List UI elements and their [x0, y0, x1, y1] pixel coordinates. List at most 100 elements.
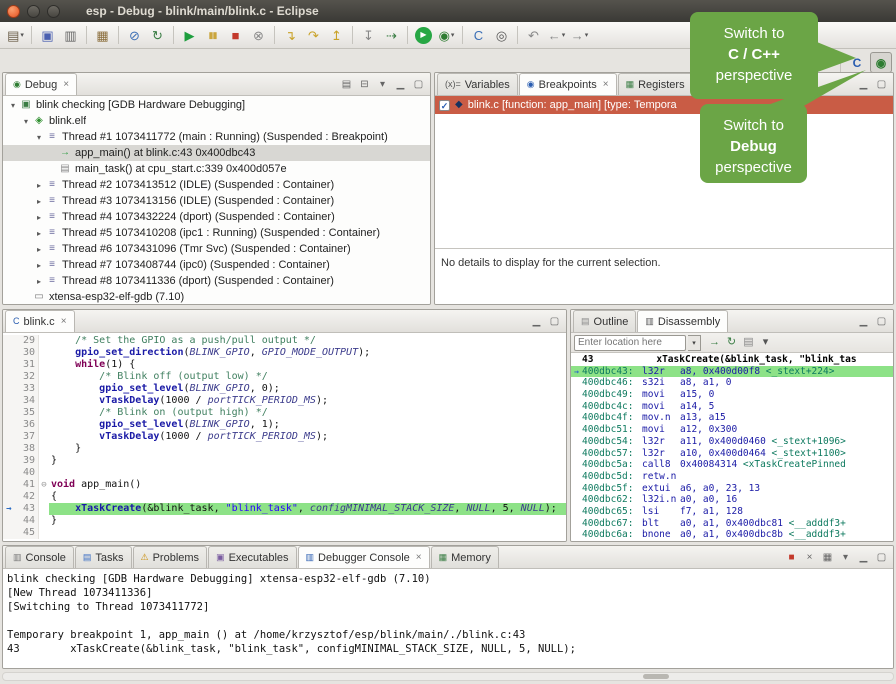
- editor-line[interactable]: 36 gpio_set_level(BLINK_GPIO, 1);: [3, 419, 566, 431]
- twisty-icon[interactable]: ▾: [33, 133, 45, 142]
- editor-line[interactable]: 38 }: [3, 443, 566, 455]
- twisty-icon[interactable]: ▸: [33, 261, 45, 270]
- scrollbar-thumb[interactable]: [643, 674, 669, 679]
- maximize-icon[interactable]: ▢: [874, 314, 889, 329]
- new-wizard-icon[interactable]: ▤▾: [5, 25, 26, 46]
- maximize-icon[interactable]: ▢: [547, 314, 562, 329]
- twisty-icon[interactable]: ▸: [33, 229, 45, 238]
- tab-blink-c[interactable]: Cblink.c×: [5, 310, 75, 332]
- window-close-button[interactable]: [7, 5, 20, 18]
- editor-line[interactable]: 37 vTaskDelay(1000 / portTICK_PERIOD_MS)…: [3, 431, 566, 443]
- disconnect-icon[interactable]: ⊗: [248, 25, 269, 46]
- tab-close-icon[interactable]: ×: [61, 316, 67, 327]
- twisty-icon[interactable]: ▸: [33, 181, 45, 190]
- tab-tasks[interactable]: ▤Tasks: [75, 546, 132, 568]
- tree-row[interactable]: ▸≡Thread #5 1073410208 (ipc1 : Running) …: [3, 225, 430, 241]
- disasm-line[interactable]: 400dbc65:lsif7, a1, 128: [571, 506, 893, 518]
- last-edit-location-icon[interactable]: ↶: [523, 25, 544, 46]
- editor-line[interactable]: 39}: [3, 455, 566, 467]
- tree-row[interactable]: →app_main() at blink.c:43 0x400dbc43: [3, 145, 430, 161]
- disasm-menu-icon[interactable]: ▾: [758, 335, 773, 350]
- save-icon[interactable]: ▣: [37, 25, 58, 46]
- editor-line[interactable]: 31 while(1) {: [3, 359, 566, 371]
- print-icon[interactable]: ▥: [60, 25, 81, 46]
- minimize-icon[interactable]: ▁: [856, 314, 871, 329]
- show-debug-toolbar-icon[interactable]: ▤: [339, 77, 354, 92]
- tree-row[interactable]: ▸≡Thread #6 1073431096 (Tmr Svc) (Suspen…: [3, 241, 430, 257]
- maximize-icon[interactable]: ▢: [411, 77, 426, 92]
- minimize-icon[interactable]: ▁: [529, 314, 544, 329]
- editor-line[interactable]: 45: [3, 527, 566, 539]
- window-minimize-button[interactable]: [27, 5, 40, 18]
- tab-registers[interactable]: ▦Registers: [618, 73, 693, 95]
- back-icon[interactable]: ←▾: [546, 25, 567, 46]
- tree-row[interactable]: ▸≡Thread #4 1073432224 (dport) (Suspende…: [3, 209, 430, 225]
- twisty-icon[interactable]: ▾: [20, 117, 32, 126]
- disasm-line[interactable]: 400dbc6a:bnonea0, a1, 0x400dbc8b <__addd…: [571, 529, 893, 541]
- forward-icon[interactable]: →▾: [569, 25, 590, 46]
- disasm-line[interactable]: 400dbc49:movia15, 0: [571, 389, 893, 401]
- maximize-icon[interactable]: ▢: [874, 77, 889, 92]
- location-input[interactable]: [574, 335, 686, 351]
- disasm-line[interactable]: 400dbc5a:call80x40084314 <xTaskCreatePin…: [571, 459, 893, 471]
- disasm-line[interactable]: 400dbc4c:movia14, 5: [571, 401, 893, 413]
- new-c-project-icon[interactable]: C: [468, 25, 489, 46]
- dropdown-arrow-icon[interactable]: ▾: [20, 31, 24, 39]
- resume-icon[interactable]: ▶: [179, 25, 200, 46]
- editor-line[interactable]: 41⊖void app_main(): [3, 479, 566, 491]
- editor-line[interactable]: 33 gpio_set_level(BLINK_GPIO, 0);: [3, 383, 566, 395]
- twisty-icon[interactable]: ▸: [33, 277, 45, 286]
- tab-console[interactable]: ▥Console: [5, 546, 74, 568]
- dropdown-arrow-icon[interactable]: ▾: [451, 31, 455, 39]
- editor-line[interactable]: 30 gpio_set_direction(BLINK_GPIO, GPIO_M…: [3, 347, 566, 359]
- skip-all-breakpoints-icon[interactable]: ⊘: [124, 25, 145, 46]
- step-return-icon[interactable]: ↥: [326, 25, 347, 46]
- breakpoint-row[interactable]: ✓ ◆ blink.c [function: app_main] [type: …: [435, 96, 893, 114]
- tree-row[interactable]: ▾▣blink checking [GDB Hardware Debugging…: [3, 97, 430, 113]
- restart-icon[interactable]: ↻: [147, 25, 168, 46]
- instruction-stepping-icon[interactable]: ⇢: [381, 25, 402, 46]
- disasm-line[interactable]: 400dbc51:movia12, 0x300: [571, 424, 893, 436]
- editor-line[interactable]: →43 xTaskCreate(&blink_task, "blink_task…: [3, 503, 566, 515]
- tab-executables[interactable]: ▣Executables: [208, 546, 296, 568]
- tab-variables[interactable]: (x)=Variables: [437, 73, 518, 95]
- window-maximize-button[interactable]: [47, 5, 60, 18]
- disasm-line[interactable]: 400dbc4f:mov.na13, a15: [571, 412, 893, 424]
- collapse-all-icon[interactable]: ⊟: [357, 77, 372, 92]
- tab-close-icon[interactable]: ×: [416, 552, 422, 563]
- location-dropdown-icon[interactable]: ▾: [688, 335, 701, 351]
- build-icon[interactable]: ▦: [92, 25, 113, 46]
- disasm-line[interactable]: 400dbc5f:extuia6, a0, 23, 13: [571, 483, 893, 495]
- breakpoint-checkbox[interactable]: ✓: [439, 100, 450, 111]
- editor-line[interactable]: 42{: [3, 491, 566, 503]
- disasm-line[interactable]: 400dbc67:blta0, a1, 0x400dbc81 <__adddf3…: [571, 518, 893, 530]
- disasm-line[interactable]: 400dbc54:l32ra11, 0x400d0460 <_stext+109…: [571, 436, 893, 448]
- pin-console-icon[interactable]: ▦: [820, 550, 835, 565]
- tree-row[interactable]: ▾◈blink.elf: [3, 113, 430, 129]
- show-source-icon[interactable]: ▤: [741, 335, 756, 350]
- tab-close-icon[interactable]: ×: [63, 79, 69, 90]
- tree-row[interactable]: ▸≡Thread #3 1073413156 (IDLE) (Suspended…: [3, 193, 430, 209]
- tab-outline[interactable]: ▤Outline: [573, 310, 636, 332]
- editor-line[interactable]: 34 vTaskDelay(1000 / portTICK_PERIOD_MS)…: [3, 395, 566, 407]
- twisty-icon[interactable]: ▸: [33, 197, 45, 206]
- twisty-icon[interactable]: ▾: [7, 101, 19, 110]
- editor-line[interactable]: 44}: [3, 515, 566, 527]
- terminate-console-icon[interactable]: ■: [784, 550, 799, 565]
- tree-row[interactable]: ▾≡Thread #1 1073411772 (main : Running) …: [3, 129, 430, 145]
- maximize-icon[interactable]: ▢: [874, 550, 889, 565]
- tree-row[interactable]: ▤main_task() at cpu_start.c:339 0x400d05…: [3, 161, 430, 177]
- tab-close-icon[interactable]: ×: [603, 79, 609, 90]
- dropdown-arrow-icon[interactable]: ▾: [585, 31, 589, 39]
- tab-debug[interactable]: ◉Debug×: [5, 73, 77, 95]
- editor-line[interactable]: 35 /* Blink on (output high) */: [3, 407, 566, 419]
- tab-breakpoints[interactable]: ◉Breakpoints×: [519, 73, 617, 95]
- disasm-lines[interactable]: 43 xTaskCreate(&blink_task, "blink_tas→4…: [571, 353, 893, 541]
- disasm-line[interactable]: 400dbc57:l32ra10, 0x400d0464 <_stext+110…: [571, 448, 893, 460]
- debug-perspective-button[interactable]: ◉: [870, 52, 892, 73]
- editor-line[interactable]: 32 /* Blink off (output low) */: [3, 371, 566, 383]
- tree-row[interactable]: ▸≡Thread #7 1073408744 (ipc0) (Suspended…: [3, 257, 430, 273]
- console-menu-icon[interactable]: ▾: [838, 550, 853, 565]
- dropdown-arrow-icon[interactable]: ▾: [562, 31, 566, 39]
- editor-line[interactable]: 40: [3, 467, 566, 479]
